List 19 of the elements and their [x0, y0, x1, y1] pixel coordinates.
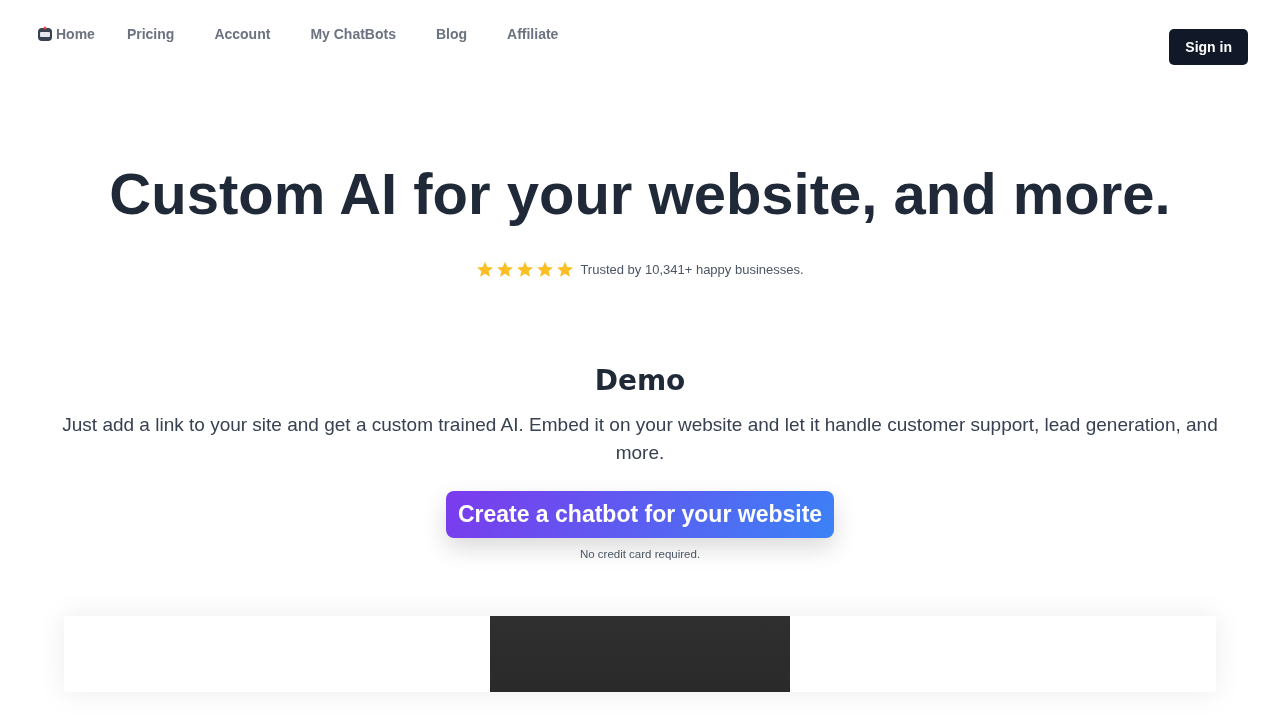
no-credit-card-note: No credit card required.	[579, 548, 701, 560]
trust-text: Trusted by 10,341+ happy businesses.	[580, 262, 804, 277]
nav-link[interactable]: Blog	[435, 26, 468, 42]
nav-link[interactable]: Home	[36, 25, 95, 43]
sign-in-button[interactable]: Sign in	[1169, 29, 1248, 65]
nav-link[interactable]: Pricing	[126, 26, 175, 42]
demo-title: Demo	[594, 364, 686, 397]
create-chatbot-button[interactable]: Create a chatbot for your website	[445, 491, 835, 538]
nav-link[interactable]: Affiliate	[507, 26, 559, 42]
nav-link[interactable]: Account	[214, 26, 271, 42]
star-icon	[556, 261, 575, 278]
star-icon	[536, 261, 555, 278]
star-icon	[476, 261, 495, 278]
star-icon	[496, 261, 515, 278]
demo-description: Just add a link to your site and get a custom trained AI. Embed it on your website and let it handle customer support, lead generation, and more.	[61, 413, 1219, 465]
nav-link[interactable]: My ChatBots	[310, 26, 396, 42]
hero-title: Custom AI for your website, and more.	[109, 160, 1171, 227]
star-icon	[516, 261, 535, 278]
robot-logo-icon	[36, 25, 54, 43]
